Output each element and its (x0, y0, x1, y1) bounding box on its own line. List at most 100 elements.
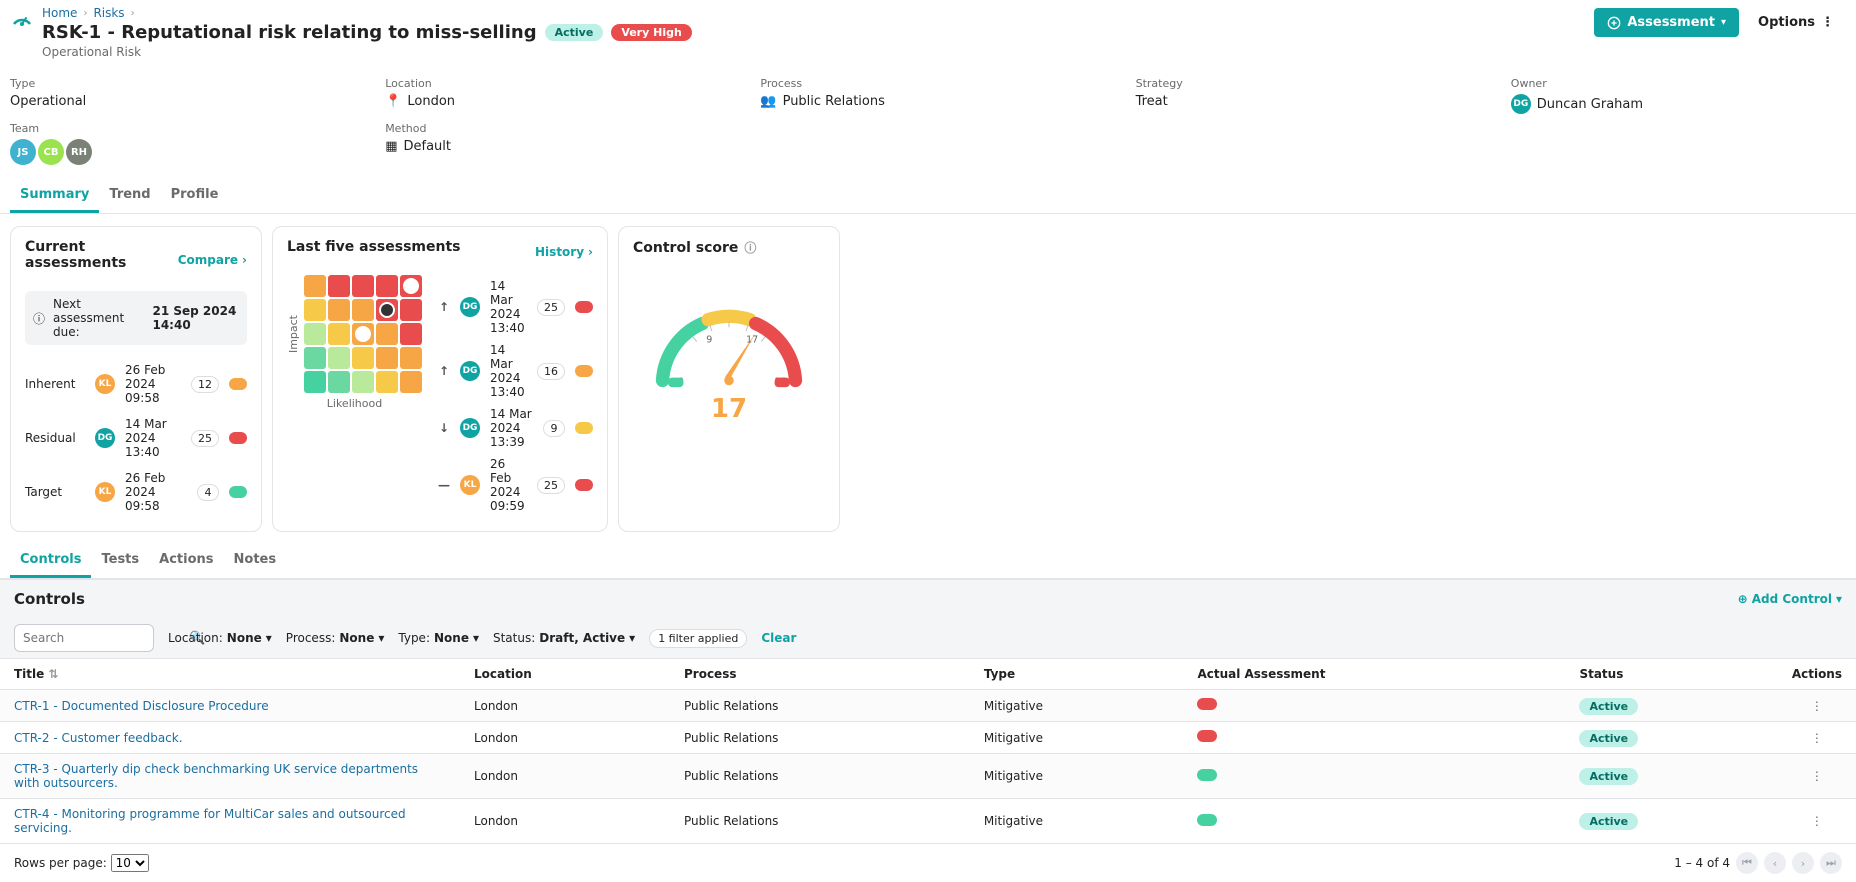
help-circle-icon[interactable]: ⓘ (744, 239, 756, 256)
meta-process-label: Process (760, 77, 1095, 90)
page-range: 1 – 4 of 4 (1674, 856, 1730, 870)
team-avatar: JS (10, 139, 36, 165)
history-dot (575, 301, 593, 313)
clear-filters[interactable]: Clear (761, 631, 796, 645)
history-score: 9 (543, 420, 565, 437)
history-row: — KL 26 Feb 2024 09:59 25 (438, 453, 593, 517)
meta-type-value: Operational (10, 94, 345, 109)
col-location[interactable]: Location (460, 659, 670, 690)
row-actions-menu[interactable]: ⋮ (1778, 754, 1856, 799)
history-row: ↑ DG 14 Mar 2024 13:40 16 (438, 339, 593, 403)
trend-icon: ↑ (438, 300, 450, 314)
control-title-link[interactable]: CTR-3 - Quarterly dip check benchmarking… (14, 762, 418, 790)
meta-team-label: Team (10, 122, 345, 135)
card2-title: Last five assessments (287, 239, 461, 255)
heatmap-grid (304, 275, 422, 393)
sort-icon[interactable]: ⇅ (48, 667, 58, 681)
add-control-button[interactable]: ⊕ Add Control ▾ (1738, 592, 1842, 606)
cell-type: Mitigative (970, 754, 1184, 799)
main-tabs: Summary Trend Profile (0, 179, 1856, 214)
page-subtitle: Operational Risk (42, 45, 1594, 59)
page-first[interactable]: ⏮ (1736, 852, 1758, 874)
filter-type[interactable]: Type: None ▾ (398, 631, 479, 645)
tab-actions[interactable]: Actions (149, 544, 223, 578)
assessor-avatar: DG (460, 297, 480, 317)
meta-owner-label: Owner (1511, 77, 1846, 90)
history-dot (575, 422, 593, 434)
col-assessment[interactable]: Actual Assessment (1183, 659, 1565, 690)
page-next[interactable]: › (1792, 852, 1814, 874)
filter-process[interactable]: Process: None ▾ (286, 631, 385, 645)
history-row: ↑ DG 14 Mar 2024 13:40 25 (438, 275, 593, 339)
rows-per-page-select[interactable]: 10 (111, 854, 149, 872)
status-pill: Active (1579, 813, 1638, 830)
card-current-assessments: Current assessments Compare› ⓘ Next asse… (10, 226, 262, 532)
location-pin-icon: 📍 (385, 94, 401, 109)
col-process[interactable]: Process (670, 659, 970, 690)
row-actions-menu[interactable]: ⋮ (1778, 799, 1856, 844)
page-last[interactable]: ⏭ (1820, 852, 1842, 874)
tab-summary[interactable]: Summary (10, 179, 99, 213)
meta-process-value: Public Relations (783, 94, 885, 109)
tab-controls[interactable]: Controls (10, 544, 91, 578)
cell-location: London (460, 754, 670, 799)
table-row: CTR-1 - Documented Disclosure Procedure … (0, 690, 1856, 722)
trend-icon: ↑ (438, 364, 450, 378)
breadcrumb-risks[interactable]: Risks (93, 6, 124, 20)
info-circle-icon: ⓘ (33, 310, 45, 327)
search-input-wrap: 🔍 (14, 624, 154, 652)
history-date: 26 Feb 2024 09:59 (490, 457, 527, 513)
meta-method-value: Default (403, 139, 451, 154)
options-button-label: Options (1758, 15, 1815, 30)
control-title-link[interactable]: CTR-1 - Documented Disclosure Procedure (14, 699, 269, 713)
cell-process: Public Relations (670, 722, 970, 754)
chevron-right-icon: › (83, 8, 87, 19)
options-button[interactable]: Options ⋮ (1745, 8, 1846, 37)
assessment-date: 26 Feb 2024 09:58 (125, 363, 181, 405)
row-actions-menu[interactable]: ⋮ (1778, 690, 1856, 722)
col-type[interactable]: Type (970, 659, 1184, 690)
assessment-button[interactable]: Assessment ▾ (1594, 8, 1739, 37)
kebab-icon: ⋮ (1821, 15, 1833, 30)
control-title-link[interactable]: CTR-2 - Customer feedback. (14, 731, 183, 745)
filter-status[interactable]: Status: Draft, Active ▾ (493, 631, 635, 645)
assessment-score: 25 (191, 430, 219, 447)
trend-icon: ↓ (438, 421, 450, 435)
card1-title: Current assessments (25, 239, 178, 271)
filter-location[interactable]: Location: None ▾ (168, 631, 272, 645)
chevron-right-icon: › (588, 245, 593, 259)
card3-title: Control score (633, 240, 738, 256)
cell-location: London (460, 722, 670, 754)
history-link[interactable]: History› (535, 245, 593, 259)
assessment-dot (229, 378, 247, 390)
app-logo-icon (10, 8, 34, 32)
col-actions: Actions (1778, 659, 1856, 690)
assessor-avatar: KL (95, 374, 115, 394)
cell-type: Mitigative (970, 722, 1184, 754)
tab-tests[interactable]: Tests (91, 544, 149, 578)
table-row: CTR-2 - Customer feedback. London Public… (0, 722, 1856, 754)
tab-trend[interactable]: Trend (99, 179, 160, 213)
page-prev[interactable]: ‹ (1764, 852, 1786, 874)
status-pill: Active (1579, 698, 1638, 715)
status-badge: Active (545, 24, 604, 41)
col-title[interactable]: Title (14, 667, 44, 681)
chevron-right-icon: › (131, 8, 135, 19)
assessment-indicator (1197, 698, 1217, 710)
plus-circle-icon (1607, 16, 1621, 30)
breadcrumb-home[interactable]: Home (42, 6, 77, 20)
compare-link[interactable]: Compare› (178, 253, 247, 267)
control-title-link[interactable]: CTR-4 - Monitoring programme for MultiCa… (14, 807, 406, 835)
row-actions-menu[interactable]: ⋮ (1778, 722, 1856, 754)
process-users-icon: 👥 (760, 94, 776, 109)
assessor-avatar: KL (460, 475, 480, 495)
history-date: 14 Mar 2024 13:39 (490, 407, 533, 449)
status-pill: Active (1579, 730, 1638, 747)
tab-notes[interactable]: Notes (224, 544, 287, 578)
search-input[interactable] (15, 625, 181, 651)
gauge-score: 17 (634, 394, 824, 424)
col-status[interactable]: Status (1565, 659, 1777, 690)
meta-location-value: London (407, 94, 455, 109)
tab-profile[interactable]: Profile (161, 179, 229, 213)
assessment-label: Inherent (25, 377, 85, 391)
